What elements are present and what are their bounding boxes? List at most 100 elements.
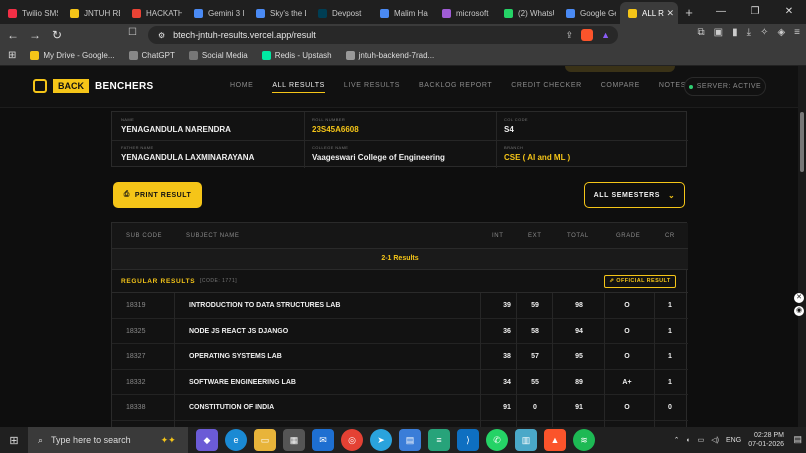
site-info-icon[interactable]: ⚙ [158, 31, 165, 40]
whatsapp-icon[interactable]: ✆ [486, 429, 508, 451]
tab-favicon-icon [628, 8, 637, 18]
vpn-icon[interactable]: ◈ [777, 27, 785, 38]
store-icon[interactable]: ▦ [283, 429, 305, 451]
bookmark-item[interactable]: Social Media [188, 51, 248, 60]
battery-icon[interactable]: ▭ [698, 436, 705, 444]
nav-link-all-results[interactable]: ALL RESULTS [272, 82, 325, 93]
cell-credits: 1 [668, 327, 672, 335]
sourcetree-icon[interactable]: ≡ [428, 429, 450, 451]
taskbar-search[interactable]: ⌕ Type here to search ✦✦ [28, 427, 188, 453]
notification-icon[interactable]: ▤ [793, 434, 802, 445]
branch-label: BRANCH [504, 145, 524, 150]
widget-icon[interactable]: ◉ [794, 306, 804, 316]
browser-tab[interactable]: Google Ge [558, 2, 620, 24]
language-indicator[interactable]: ENG [726, 437, 741, 444]
browser-tab[interactable]: Gemini 3 I [186, 2, 248, 24]
chrome-icon[interactable]: ◎ [341, 429, 363, 451]
side-widget: ✕ ◉ [794, 293, 804, 321]
col-header-ext: EXT [528, 233, 542, 239]
brave-rewards-icon[interactable]: ▲ [601, 30, 610, 40]
browser-tab[interactable]: Malim Ha [372, 2, 434, 24]
cell-grade: O [624, 353, 630, 360]
brave-icon[interactable]: ▲ [544, 429, 566, 451]
browser-tab-strip: Twilio SMS JNTUH RE HACKATH Gemini 3 I Sky's… [0, 0, 806, 24]
cell-int-marks: 39 [503, 302, 511, 309]
extensions-icon[interactable]: ⧉ [698, 27, 705, 38]
menu-icon[interactable]: ≡ [794, 27, 800, 38]
official-result-button[interactable]: ⇗ OFFICIAL RESULT [604, 275, 676, 288]
branch-name: CSE ( AI and ML ) [504, 153, 571, 162]
browser-tab[interactable]: (2) WhatsU [496, 2, 558, 24]
close-widget-icon[interactable]: ✕ [794, 293, 804, 303]
page-scrollbar[interactable] [798, 66, 806, 427]
nav-link-backlog-report[interactable]: BACKLOG REPORT [419, 82, 492, 93]
cell-sub-code: 18319 [126, 302, 146, 309]
back-arrow-icon[interactable]: ← [4, 28, 22, 42]
bookmark-item[interactable]: ChatGPT [128, 51, 175, 60]
edge-icon[interactable]: e [225, 429, 247, 451]
clock[interactable]: 02:28 PM 07-01-2026 [748, 431, 784, 449]
copilot-icon[interactable]: ◆ [196, 429, 218, 451]
col-header-int: INT [492, 233, 504, 239]
browser-tab[interactable]: JNTUH RE [62, 2, 124, 24]
downloads-icon[interactable]: ⤓ [747, 27, 751, 38]
tray-overflow-icon[interactable]: ⌃ [674, 436, 680, 444]
bookmark-item[interactable]: My Drive - Google... [30, 51, 115, 60]
spotify-icon[interactable]: ≋ [573, 429, 595, 451]
cell-ext-marks: 0 [533, 404, 537, 411]
leo-ai-icon[interactable]: ✧ [760, 27, 768, 38]
brave-shield-icon[interactable] [581, 29, 594, 41]
bookmark-label: jntuh-backend-7rad... [358, 51, 435, 60]
browser-tab[interactable]: Twilio SMS [0, 2, 62, 24]
cell-total-marks: 91 [575, 404, 583, 411]
network-icon[interactable]: ◐ [686, 437, 690, 444]
semester-select[interactable]: ALL SEMESTERS ⌄ [584, 182, 685, 208]
semester-title: 2-1 Results [112, 249, 688, 269]
browser-tab[interactable]: HACKATH [124, 2, 186, 24]
main-menu: HOME ALL RESULTS LIVE RESULTS BACKLOG REPOR… [230, 82, 705, 93]
scrollbar-thumb[interactable] [800, 112, 804, 172]
nav-link-live-results[interactable]: LIVE RESULTS [344, 82, 400, 93]
address-bar[interactable]: ⚙ btech-jntuh-results.vercel.app/result … [148, 26, 618, 44]
volume-icon[interactable]: ◁) [711, 436, 719, 444]
student-info-card: NAME YENAGANDULA NARENDRA ROLL NUMBER 23… [111, 111, 688, 168]
notes-icon[interactable]: ▥ [515, 429, 537, 451]
vscode-icon[interactable]: ⟩ [457, 429, 479, 451]
tab-favicon-icon [132, 8, 141, 18]
close-tab-icon[interactable]: ✕ [666, 8, 674, 19]
tab-title: Sky's the L [270, 8, 306, 18]
sidebar-icon[interactable]: ▮ [732, 27, 738, 38]
share-icon[interactable]: ⇪ [566, 30, 574, 41]
close-window-icon[interactable]: ✕ [772, 0, 806, 24]
minimize-icon[interactable]: — [704, 0, 738, 24]
browser-tab[interactable]: Sky's the L [248, 2, 310, 24]
telegram-icon[interactable]: ➤ [370, 429, 392, 451]
restore-icon[interactable]: ❐ [738, 0, 772, 24]
print-result-label: PRINT RESULT [134, 191, 192, 199]
new-tab-icon[interactable]: + [678, 2, 700, 24]
nav-link-home[interactable]: HOME [230, 82, 253, 93]
bookmark-item[interactable]: jntuh-backend-7rad... [345, 51, 435, 60]
windows-start-icon[interactable]: ⊞ [0, 434, 28, 447]
reload-icon[interactable]: ↻ [48, 28, 66, 42]
nav-link-compare[interactable]: COMPARE [601, 82, 640, 93]
browser-tab[interactable]: ALL R ✕ [620, 2, 678, 24]
site-logo[interactable]: BACK BENCHERS [33, 79, 154, 93]
outlook-icon[interactable]: ✉ [312, 429, 334, 451]
logo-icon [33, 79, 47, 93]
browser-tab[interactable]: Devpost [310, 2, 372, 24]
nav-link-credit-checker[interactable]: CREDIT CHECKER [511, 82, 582, 93]
bookmark-item[interactable]: Redis - Upstash [261, 51, 332, 60]
bookmark-favicon-icon [128, 51, 138, 60]
browser-tab[interactable]: microsoft [434, 2, 496, 24]
file-explorer-icon[interactable]: ▭ [254, 429, 276, 451]
wallet-icon[interactable]: ▣ [714, 27, 723, 38]
cell-total-marks: 98 [575, 302, 583, 309]
bookmark-star-icon[interactable]: ☐ [128, 27, 137, 38]
apps-grid-icon[interactable]: ⊞ [8, 50, 16, 61]
print-result-button[interactable]: ⎙ PRINT RESULT [113, 182, 202, 208]
nav-link-notes[interactable]: NOTES [659, 82, 686, 93]
tab-title: Malim Ha [394, 8, 428, 18]
forward-arrow-icon[interactable]: → [26, 28, 44, 42]
notepad-icon[interactable]: ▤ [399, 429, 421, 451]
